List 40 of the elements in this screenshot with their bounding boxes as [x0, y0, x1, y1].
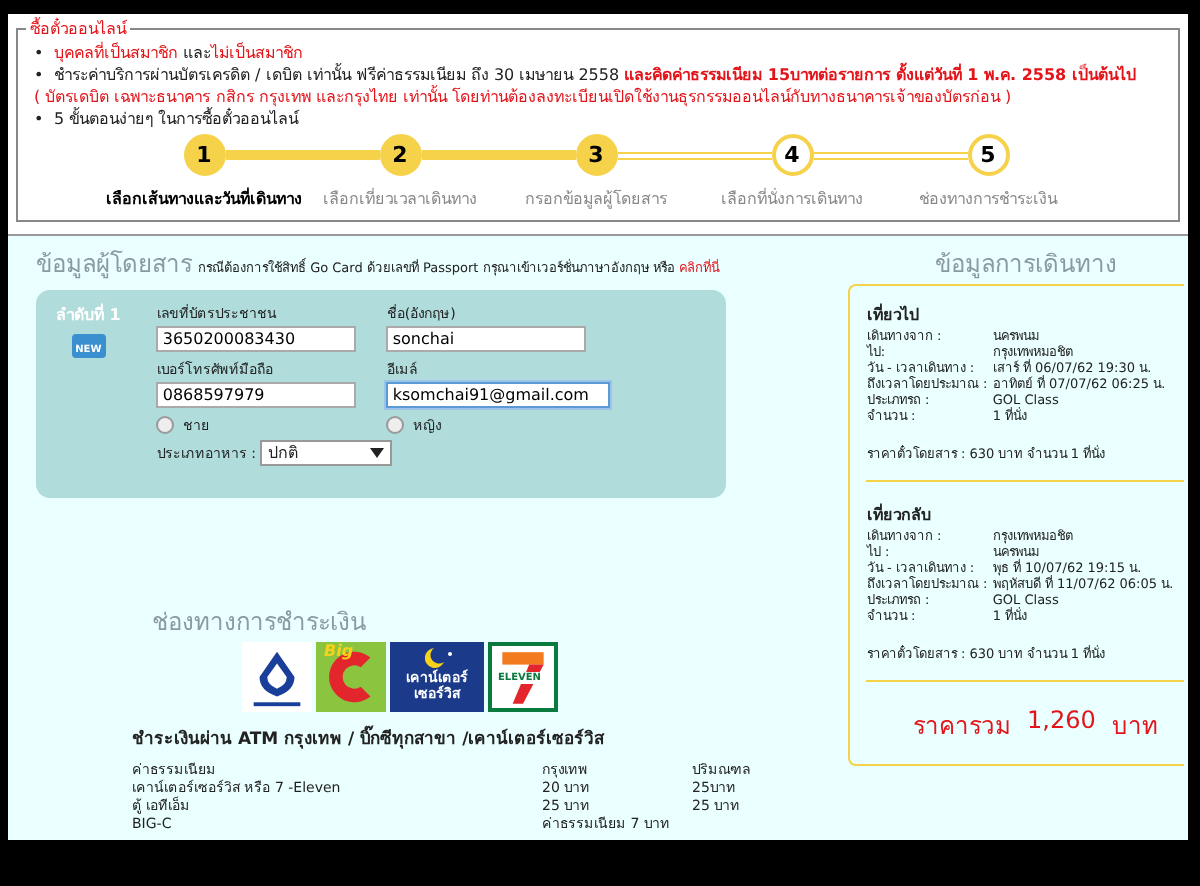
section-title: ข้อมูลผู้โดยสาร	[36, 248, 192, 282]
payment-heading: ชำระเงินผ่าน ATM กรุงเทพ / บิ๊กซีทุกสาขา /เคาน์เตอร์เซอร์วิส	[132, 724, 825, 752]
section-title: ช่องทางการชำระเงิน	[152, 606, 366, 640]
step-number: 5	[967, 134, 1009, 176]
total-amount: 1,260	[1027, 706, 1096, 738]
legend-title: ซื้อตั๋วออนไลน์	[28, 16, 129, 42]
step-label: ช่องทางการชำระเงิน	[919, 188, 1057, 212]
notice-text: 5 ขั้นตอนง่ายๆ ในการซื้อตั๋วออนไลน์	[54, 110, 299, 128]
step-label: เลือกที่นั่งการเดินทาง	[721, 186, 863, 212]
input-field[interactable]: ksomchai91@gmail.com	[386, 382, 611, 408]
note-text: ( บัตรเดบิต เฉพาะธนาคาร กสิกร กรุงเทพ และกรุงไทย เท่านั้น โดยท่านต้องลงทะเบียนเปิดใช้งานธุรกรรมออนไลน์กับทางธนาคารเจ้าของบัตรก่อน )	[34, 86, 1014, 107]
step-number: 2	[379, 134, 421, 176]
meal-dropdown[interactable]: ปกติ	[259, 440, 392, 466]
leg-heading: เที่ยวไป	[866, 302, 921, 328]
notice-text: ไม่เป็นสมาชิก	[211, 44, 304, 62]
bullet-icon: •	[34, 64, 54, 86]
notice-text: และ	[181, 44, 212, 62]
step-label: เลือกเส้นทางและวันที่เดินทาง	[106, 186, 302, 212]
bullet-icon: •	[34, 42, 54, 64]
notice-text: บุคคลที่เป็นสมาชิก	[54, 44, 178, 62]
step-number: 3	[575, 134, 617, 176]
step-number: 4	[771, 134, 813, 176]
radio-button[interactable]	[386, 416, 405, 434]
step-label: เลือกเที่ยวเวลาเดินทาง	[323, 186, 477, 212]
bigc-logo: Big	[316, 642, 386, 712]
step-number: 1	[183, 134, 225, 176]
notice-text: และคิดค่าธรรมเนียม 15บาทต่อรายการ ตั้งแต่วันที่ 1 พ.ค. 2558 เป็นต้นไป	[624, 66, 1136, 84]
caret-icon	[369, 448, 384, 458]
seat-label: ลำดับที่ 1	[56, 302, 121, 328]
step-label: กรอกข้อมูลผู้โดยสาร	[525, 187, 667, 212]
currency-label: บาท	[1111, 710, 1158, 744]
input-field[interactable]: 3650200083430	[156, 326, 357, 352]
bullet-icon: •	[34, 108, 54, 130]
input-field[interactable]: sonchai	[386, 326, 587, 352]
section-title: ข้อมูลการเดินทาง	[933, 248, 1120, 282]
total-label: ราคารวม	[913, 710, 1012, 744]
radio-button[interactable]	[156, 416, 175, 434]
input-field[interactable]: 0868597979	[156, 382, 357, 408]
notice-text: ชำระค่าบริการผ่านบัตรเครดิต / เดบิต เท่านั้น ฟรีค่าธรรมเนียม ถึง 30 เมษายน 2558	[54, 66, 622, 84]
leg-heading: เที่ยวกลับ	[866, 502, 933, 528]
